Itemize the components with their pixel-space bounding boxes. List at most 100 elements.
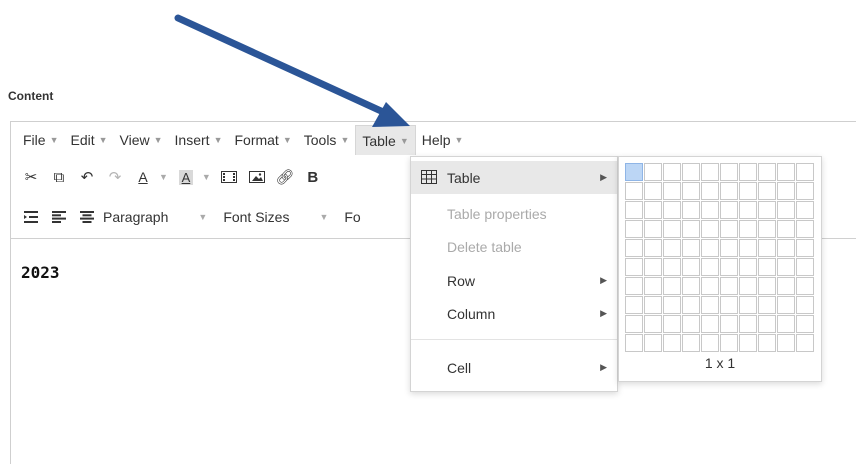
table-grid-cell[interactable]: [758, 315, 776, 333]
cut-icon[interactable]: ✂: [19, 164, 43, 190]
table-grid-cell[interactable]: [796, 239, 814, 257]
table-grid-cell[interactable]: [796, 334, 814, 352]
menu-file[interactable]: File ▼: [17, 125, 64, 155]
table-grid-cell[interactable]: [739, 163, 757, 181]
table-menu-item-table[interactable]: Table ▶: [411, 161, 617, 194]
table-grid-cell[interactable]: [796, 258, 814, 276]
table-grid-cell[interactable]: [625, 315, 643, 333]
table-grid-cell[interactable]: [644, 334, 662, 352]
redo-icon[interactable]: ↷: [103, 164, 127, 190]
table-grid-cell[interactable]: [663, 182, 681, 200]
table-grid-cell[interactable]: [720, 334, 738, 352]
table-grid-cell[interactable]: [644, 296, 662, 314]
media-icon[interactable]: [217, 164, 241, 190]
table-grid-cell[interactable]: [777, 182, 795, 200]
table-grid-cell[interactable]: [758, 163, 776, 181]
table-grid-cell[interactable]: [796, 182, 814, 200]
table-grid-cell[interactable]: [644, 163, 662, 181]
table-grid-cell[interactable]: [663, 277, 681, 295]
table-grid-cell[interactable]: [720, 201, 738, 219]
table-grid-cell[interactable]: [739, 277, 757, 295]
table-grid-cell[interactable]: [644, 182, 662, 200]
table-grid-cell[interactable]: [625, 182, 643, 200]
chevron-down-icon[interactable]: ▼: [202, 172, 211, 182]
align-center-icon[interactable]: [75, 204, 99, 230]
table-grid-cell[interactable]: [777, 258, 795, 276]
table-grid-cell[interactable]: [796, 201, 814, 219]
table-grid-cell[interactable]: [777, 163, 795, 181]
table-grid-cell[interactable]: [682, 220, 700, 238]
table-grid-cell[interactable]: [663, 258, 681, 276]
table-grid-cell[interactable]: [720, 315, 738, 333]
table-grid-cell[interactable]: [701, 258, 719, 276]
table-grid-cell[interactable]: [701, 296, 719, 314]
table-grid-cell[interactable]: [720, 163, 738, 181]
table-menu-item-row[interactable]: Row ▶: [411, 264, 617, 297]
table-grid-cell[interactable]: [739, 239, 757, 257]
table-grid-cell[interactable]: [720, 296, 738, 314]
table-grid-cell[interactable]: [758, 296, 776, 314]
table-grid-cell[interactable]: [682, 334, 700, 352]
menu-insert[interactable]: Insert ▼: [169, 125, 229, 155]
align-left-icon[interactable]: [47, 204, 71, 230]
table-menu-item-cell[interactable]: Cell ▶: [411, 351, 617, 384]
table-grid-cell[interactable]: [682, 201, 700, 219]
table-grid-cell[interactable]: [739, 182, 757, 200]
table-grid-cell[interactable]: [777, 201, 795, 219]
table-grid-cell[interactable]: [644, 239, 662, 257]
chevron-down-icon[interactable]: ▼: [159, 172, 168, 182]
table-grid-cell[interactable]: [796, 163, 814, 181]
bold-button[interactable]: B: [301, 164, 325, 190]
table-grid-cell[interactable]: [720, 258, 738, 276]
table-grid-cell[interactable]: [701, 277, 719, 295]
table-grid-cell[interactable]: [777, 296, 795, 314]
table-grid-cell[interactable]: [758, 277, 776, 295]
table-grid-cell[interactable]: [663, 220, 681, 238]
table-grid-cell[interactable]: [701, 163, 719, 181]
table-grid-cell[interactable]: [625, 296, 643, 314]
table-grid-cell[interactable]: [758, 220, 776, 238]
table-grid-cell[interactable]: [682, 277, 700, 295]
table-grid-cell[interactable]: [625, 220, 643, 238]
table-grid-cell[interactable]: [739, 258, 757, 276]
table-grid-cell[interactable]: [625, 201, 643, 219]
table-grid-cell[interactable]: [796, 220, 814, 238]
table-grid-cell[interactable]: [682, 315, 700, 333]
table-grid-cell[interactable]: [701, 201, 719, 219]
image-icon[interactable]: [245, 164, 269, 190]
table-grid-cell[interactable]: [701, 182, 719, 200]
table-grid-cell[interactable]: [663, 315, 681, 333]
table-grid-cell[interactable]: [682, 296, 700, 314]
menu-format[interactable]: Format ▼: [228, 125, 297, 155]
table-grid-cell[interactable]: [663, 239, 681, 257]
font-sizes-select[interactable]: Font Sizes: [223, 209, 289, 225]
table-grid-cell[interactable]: [625, 277, 643, 295]
table-grid-cell[interactable]: [644, 277, 662, 295]
table-grid-cell[interactable]: [739, 334, 757, 352]
chevron-down-icon[interactable]: ▼: [198, 212, 207, 222]
table-grid-cell[interactable]: [644, 201, 662, 219]
table-grid-cell[interactable]: [720, 277, 738, 295]
table-grid-cell[interactable]: [663, 163, 681, 181]
table-grid-cell[interactable]: [796, 296, 814, 314]
table-grid-cell[interactable]: [701, 334, 719, 352]
table-grid-cell[interactable]: [739, 201, 757, 219]
table-grid-cell[interactable]: [739, 220, 757, 238]
text-color-button[interactable]: A: [131, 164, 155, 190]
table-grid-cell[interactable]: [758, 201, 776, 219]
table-grid-cell[interactable]: [644, 315, 662, 333]
table-grid-cell[interactable]: [682, 163, 700, 181]
table-grid-cell[interactable]: [758, 182, 776, 200]
table-grid-cell[interactable]: [701, 220, 719, 238]
table-grid-cell[interactable]: [720, 182, 738, 200]
table-grid-cell[interactable]: [777, 315, 795, 333]
table-grid-cell[interactable]: [796, 277, 814, 295]
link-icon[interactable]: 🔗︎: [273, 164, 297, 190]
table-grid-cell[interactable]: [758, 239, 776, 257]
table-grid-cell[interactable]: [739, 296, 757, 314]
table-grid-cell[interactable]: [720, 239, 738, 257]
table-grid-cell[interactable]: [644, 258, 662, 276]
table-grid-cell[interactable]: [739, 315, 757, 333]
copy-icon[interactable]: ⧉: [47, 164, 71, 190]
table-grid-cell[interactable]: [777, 277, 795, 295]
